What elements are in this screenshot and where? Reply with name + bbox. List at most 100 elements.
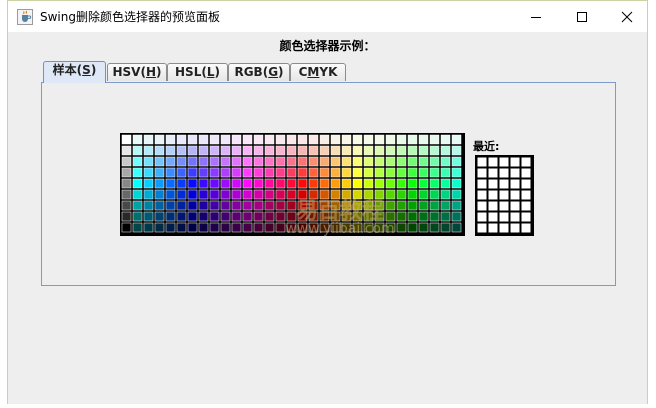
swatch-cell[interactable] bbox=[198, 145, 209, 156]
swatch-cell[interactable] bbox=[407, 167, 418, 178]
swatch-cell[interactable] bbox=[275, 134, 286, 145]
swatch-cell[interactable] bbox=[363, 189, 374, 200]
swatch-cell[interactable] bbox=[374, 200, 385, 211]
swatch-cell[interactable] bbox=[143, 189, 154, 200]
swatch-cell[interactable] bbox=[308, 145, 319, 156]
swatch-cell[interactable] bbox=[121, 178, 132, 189]
recent-swatch-cell[interactable] bbox=[488, 179, 498, 189]
swatch-cell[interactable] bbox=[330, 134, 341, 145]
swatch-cell[interactable] bbox=[330, 145, 341, 156]
swatch-cell[interactable] bbox=[352, 167, 363, 178]
swatch-cell[interactable] bbox=[154, 200, 165, 211]
swatch-cell[interactable] bbox=[176, 167, 187, 178]
swatch-cell[interactable] bbox=[363, 167, 374, 178]
swatch-cell[interactable] bbox=[264, 222, 275, 233]
recent-swatch-cell[interactable] bbox=[477, 190, 487, 200]
swatch-cell[interactable] bbox=[308, 211, 319, 222]
swatch-cell[interactable] bbox=[275, 200, 286, 211]
swatch-cell[interactable] bbox=[308, 222, 319, 233]
swatch-cell[interactable] bbox=[396, 178, 407, 189]
swatch-cell[interactable] bbox=[407, 145, 418, 156]
swatch-cell[interactable] bbox=[429, 222, 440, 233]
swatch-cell[interactable] bbox=[319, 178, 330, 189]
swatch-cell[interactable] bbox=[231, 145, 242, 156]
swatch-cell[interactable] bbox=[198, 167, 209, 178]
swatch-cell[interactable] bbox=[341, 134, 352, 145]
swatch-cell[interactable] bbox=[352, 145, 363, 156]
swatch-cell[interactable] bbox=[429, 189, 440, 200]
swatch-cell[interactable] bbox=[176, 145, 187, 156]
swatch-cell[interactable] bbox=[407, 178, 418, 189]
recent-swatch-cell[interactable] bbox=[477, 179, 487, 189]
recent-swatch-cell[interactable] bbox=[510, 212, 520, 222]
swatch-cell[interactable] bbox=[440, 156, 451, 167]
swatch-cell[interactable] bbox=[363, 222, 374, 233]
swatch-cell[interactable] bbox=[385, 200, 396, 211]
swatch-cell[interactable] bbox=[286, 222, 297, 233]
recent-swatch-cell[interactable] bbox=[477, 168, 487, 178]
swatch-cell[interactable] bbox=[165, 189, 176, 200]
swatch-cell[interactable] bbox=[308, 178, 319, 189]
swatch-cell[interactable] bbox=[176, 211, 187, 222]
swatch-cell[interactable] bbox=[341, 189, 352, 200]
swatch-cell[interactable] bbox=[198, 200, 209, 211]
swatch-cell[interactable] bbox=[352, 178, 363, 189]
swatch-cell[interactable] bbox=[220, 167, 231, 178]
swatch-cell[interactable] bbox=[143, 167, 154, 178]
swatch-cell[interactable] bbox=[341, 145, 352, 156]
swatch-cell[interactable] bbox=[286, 145, 297, 156]
swatch-cell[interactable] bbox=[275, 145, 286, 156]
swatch-cell[interactable] bbox=[352, 134, 363, 145]
recent-swatch-cell[interactable] bbox=[521, 223, 531, 233]
swatch-cell[interactable] bbox=[121, 211, 132, 222]
tab-hsv[interactable]: HSV(H) bbox=[107, 63, 167, 81]
swatch-cell[interactable] bbox=[418, 200, 429, 211]
swatch-cell[interactable] bbox=[407, 200, 418, 211]
swatch-cell[interactable] bbox=[418, 211, 429, 222]
swatch-cell[interactable] bbox=[165, 178, 176, 189]
swatch-cell[interactable] bbox=[154, 189, 165, 200]
swatch-cell[interactable] bbox=[242, 134, 253, 145]
swatch-cell[interactable] bbox=[209, 222, 220, 233]
recent-swatch-cell[interactable] bbox=[499, 201, 509, 211]
swatch-cell[interactable] bbox=[341, 167, 352, 178]
swatch-cell[interactable] bbox=[385, 178, 396, 189]
swatch-cell[interactable] bbox=[352, 189, 363, 200]
recent-swatch-cell[interactable] bbox=[521, 157, 531, 167]
swatch-cell[interactable] bbox=[209, 200, 220, 211]
swatch-cell[interactable] bbox=[253, 134, 264, 145]
swatch-cell[interactable] bbox=[330, 167, 341, 178]
swatch-cell[interactable] bbox=[385, 134, 396, 145]
swatch-cell[interactable] bbox=[220, 134, 231, 145]
recent-swatch-cell[interactable] bbox=[510, 223, 520, 233]
swatch-cell[interactable] bbox=[385, 211, 396, 222]
swatch-cell[interactable] bbox=[242, 156, 253, 167]
swatch-cell[interactable] bbox=[319, 189, 330, 200]
recent-swatch-cell[interactable] bbox=[499, 212, 509, 222]
swatch-cell[interactable] bbox=[374, 211, 385, 222]
swatch-cell[interactable] bbox=[374, 178, 385, 189]
swatch-cell[interactable] bbox=[330, 156, 341, 167]
recent-swatch-cell[interactable] bbox=[488, 190, 498, 200]
swatch-cell[interactable] bbox=[176, 200, 187, 211]
tab-swatches[interactable]: 样本(S) bbox=[43, 61, 106, 83]
swatch-cell[interactable] bbox=[308, 156, 319, 167]
swatch-cell[interactable] bbox=[396, 200, 407, 211]
swatch-cell[interactable] bbox=[275, 222, 286, 233]
swatch-cell[interactable] bbox=[451, 156, 462, 167]
swatch-cell[interactable] bbox=[418, 178, 429, 189]
swatch-cell[interactable] bbox=[319, 145, 330, 156]
recent-swatch-cell[interactable] bbox=[499, 179, 509, 189]
swatch-cell[interactable] bbox=[440, 211, 451, 222]
swatch-cell[interactable] bbox=[143, 200, 154, 211]
swatch-cell[interactable] bbox=[451, 211, 462, 222]
swatch-cell[interactable] bbox=[429, 167, 440, 178]
swatch-cell[interactable] bbox=[132, 211, 143, 222]
swatch-cell[interactable] bbox=[231, 189, 242, 200]
swatch-cell[interactable] bbox=[374, 134, 385, 145]
recent-swatch-cell[interactable] bbox=[499, 223, 509, 233]
swatch-cell[interactable] bbox=[176, 134, 187, 145]
recent-swatch-cell[interactable] bbox=[477, 212, 487, 222]
swatch-cell[interactable] bbox=[440, 189, 451, 200]
swatch-cell[interactable] bbox=[286, 200, 297, 211]
